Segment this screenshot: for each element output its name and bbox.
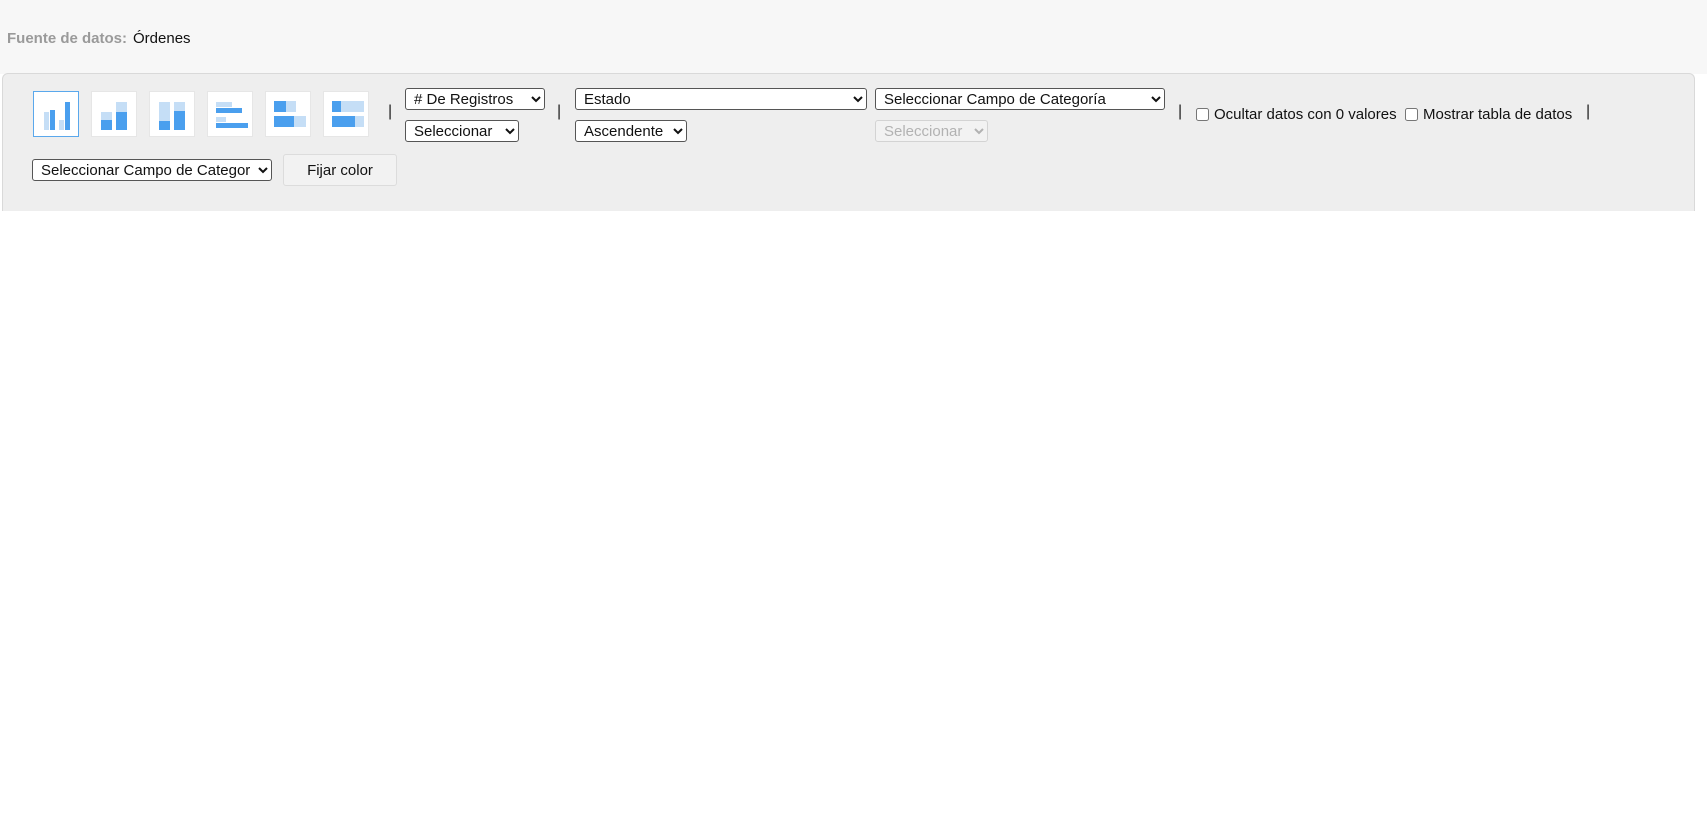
show-table-option[interactable]: Mostrar tabla de datos — [1405, 106, 1572, 123]
separator: | — [1586, 103, 1591, 120]
chart-type-vertical-bar[interactable] — [33, 91, 79, 137]
chart-type-vertical-100-stacked-bar[interactable] — [149, 91, 195, 137]
fix-color-button[interactable]: Fijar color — [283, 154, 397, 186]
chart-settings-panel: | # De Registros Seleccionar | Estado As… — [2, 73, 1695, 211]
color-category-field-select[interactable]: Seleccionar Campo de Categoría — [32, 159, 272, 181]
aggregation-select[interactable]: Seleccionar — [405, 120, 519, 142]
stacked-bar-chart-icon — [101, 102, 127, 130]
category-sub-select: Seleccionar — [875, 120, 988, 142]
group-field-select[interactable]: Estado — [575, 88, 867, 110]
sort-order-select[interactable]: Ascendente — [575, 120, 687, 142]
chart-type-horizontal-100-stacked-bar[interactable] — [323, 91, 369, 137]
horizontal-stacked-bar-chart-icon — [274, 101, 306, 127]
separator: | — [557, 103, 562, 120]
hide-zero-option[interactable]: Ocultar datos con 0 valores — [1196, 106, 1397, 123]
category-field-select[interactable]: Seleccionar Campo de Categoría — [875, 88, 1165, 110]
chart-type-horizontal-stacked-bar[interactable] — [265, 91, 311, 137]
data-source-label: Fuente de datos: — [7, 30, 128, 47]
top-bar: Fuente de datos: Órdenes — [0, 0, 1707, 74]
measure-select[interactable]: # De Registros — [405, 88, 545, 110]
hide-zero-checkbox[interactable] — [1196, 108, 1209, 121]
horizontal-bar-chart-icon — [216, 102, 248, 128]
hide-zero-label: Ocultar datos con 0 valores — [1214, 106, 1397, 123]
vertical-bar-chart-icon — [44, 102, 70, 130]
separator: | — [1178, 103, 1183, 120]
chart-type-horizontal-bar[interactable] — [207, 91, 253, 137]
horizontal-100-stacked-bar-chart-icon — [332, 101, 364, 127]
show-table-checkbox[interactable] — [1405, 108, 1418, 121]
show-table-label: Mostrar tabla de datos — [1423, 106, 1573, 123]
data-source: Fuente de datos: Órdenes — [7, 30, 191, 47]
chart-type-vertical-stacked-bar[interactable] — [91, 91, 137, 137]
separator: | — [388, 103, 393, 120]
data-source-value: Órdenes — [133, 30, 191, 47]
stacked-100-bar-chart-icon — [159, 102, 185, 130]
